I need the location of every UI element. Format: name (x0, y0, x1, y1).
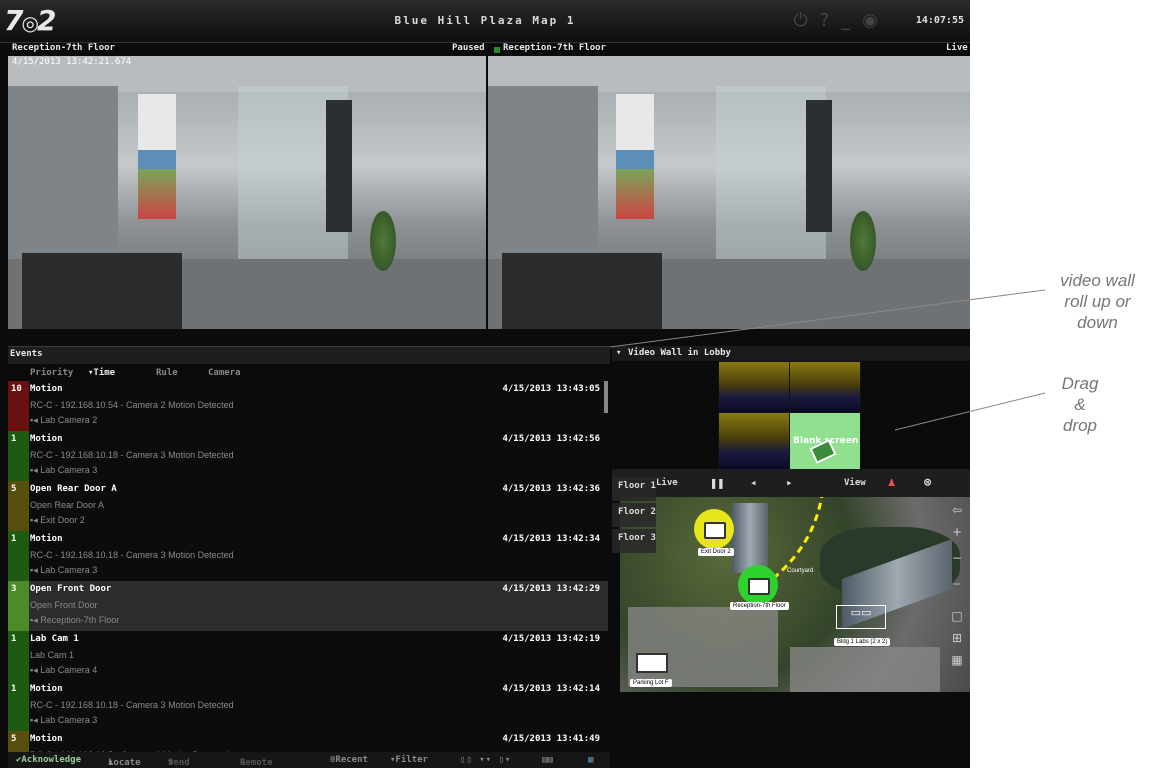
annotation-lines (609, 289, 1046, 431)
annotation-video-wall-roll: video wall roll up or down (1060, 271, 1135, 332)
video-timestamp: 4/15/2013 13:42:21.674 (12, 57, 132, 67)
annotation-drag-drop: Drag & drop (1061, 374, 1099, 435)
